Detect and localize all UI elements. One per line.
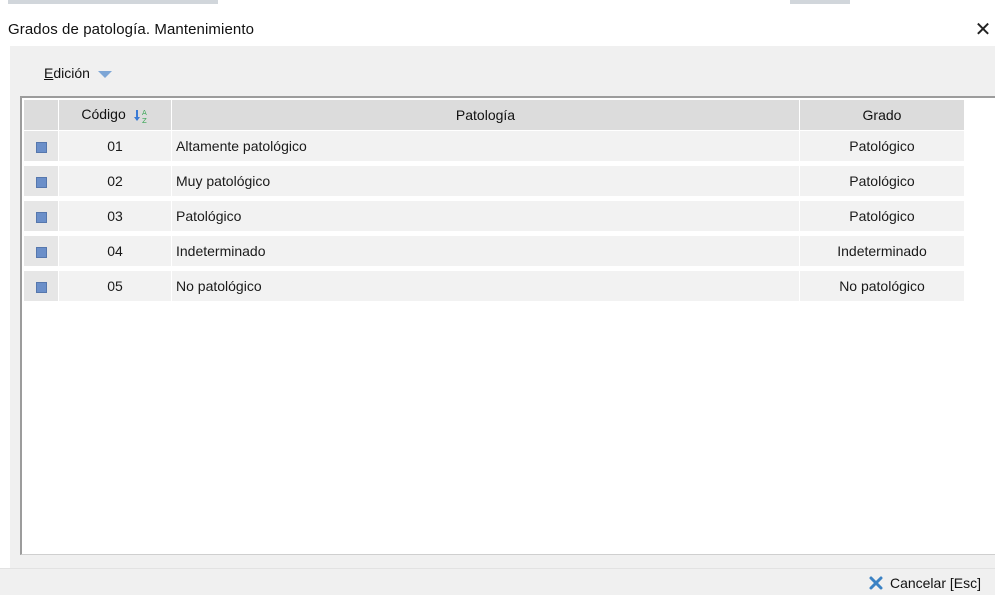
header-patologia[interactable]: Patología (172, 100, 800, 131)
sort-az-icon: A Z (133, 109, 147, 124)
header-grado[interactable]: Grado (800, 100, 965, 131)
background-ghost-text (8, 0, 218, 4)
row-selector[interactable] (24, 201, 59, 236)
table-row[interactable]: 04 Indeterminado Indeterminado (24, 236, 965, 271)
header-selector (24, 100, 59, 131)
close-button[interactable]: ✕ (971, 18, 995, 42)
dialog-body: Edición Código A Z Patología Grado 01 Al… (10, 46, 995, 568)
grid-header-row: Código A Z Patología Grado (24, 100, 965, 131)
cell-codigo: 05 (59, 271, 172, 306)
row-marker-icon (35, 246, 47, 258)
table-row[interactable]: 01 Altamente patológico Patológico (24, 131, 965, 166)
cancel-button-label: Cancelar [Esc] (889, 575, 981, 591)
row-marker-icon (35, 281, 47, 293)
window-title: Grados de patología. Mantenimiento (8, 21, 255, 38)
cell-patologia: Altamente patológico (172, 131, 800, 166)
row-marker-icon (35, 141, 47, 153)
title-bar: Grados de patología. Mantenimiento ✕ (0, 10, 995, 46)
svg-text:Z: Z (142, 117, 147, 124)
close-x-icon (869, 576, 883, 590)
cell-grado: Patológico (800, 166, 965, 201)
table-row[interactable]: 05 No patológico No patológico (24, 271, 965, 306)
close-icon: ✕ (974, 19, 992, 41)
cell-grado: Patológico (800, 131, 965, 166)
cell-patologia: Indeterminado (172, 236, 800, 271)
background-window-strip (0, 0, 995, 10)
cell-patologia: Muy patológico (172, 166, 800, 201)
row-selector[interactable] (24, 131, 59, 166)
grid-table: Código A Z Patología Grado 01 Altamente … (24, 100, 965, 306)
header-codigo[interactable]: Código A Z (59, 100, 172, 131)
data-grid[interactable]: Código A Z Patología Grado 01 Altamente … (20, 96, 995, 555)
cell-codigo: 02 (59, 166, 172, 201)
menu-edicion[interactable]: Edición (44, 65, 112, 81)
cancel-button[interactable]: Cancelar [Esc] (868, 572, 981, 594)
cell-patologia: No patológico (172, 271, 800, 306)
cell-codigo: 03 (59, 201, 172, 236)
cell-grado: No patológico (800, 271, 965, 306)
cell-grado: Indeterminado (800, 236, 965, 271)
menu-bar: Edición (10, 46, 995, 94)
table-row[interactable]: 03 Patológico Patológico (24, 201, 965, 236)
menu-edicion-label: Edición (44, 65, 90, 81)
svg-text:A: A (142, 109, 147, 117)
row-marker-icon (35, 176, 47, 188)
row-selector[interactable] (24, 166, 59, 201)
cell-grado: Patológico (800, 201, 965, 236)
cell-codigo: 04 (59, 236, 172, 271)
cell-codigo: 01 (59, 131, 172, 166)
row-selector[interactable] (24, 271, 59, 306)
status-bar: Cancelar [Esc] (0, 568, 995, 595)
row-selector[interactable] (24, 236, 59, 271)
row-marker-icon (35, 211, 47, 223)
header-codigo-label: Código (81, 106, 126, 123)
background-ghost-text (790, 0, 850, 4)
chevron-down-icon (97, 70, 112, 78)
table-row[interactable]: 02 Muy patológico Patológico (24, 166, 965, 201)
cell-patologia: Patológico (172, 201, 800, 236)
